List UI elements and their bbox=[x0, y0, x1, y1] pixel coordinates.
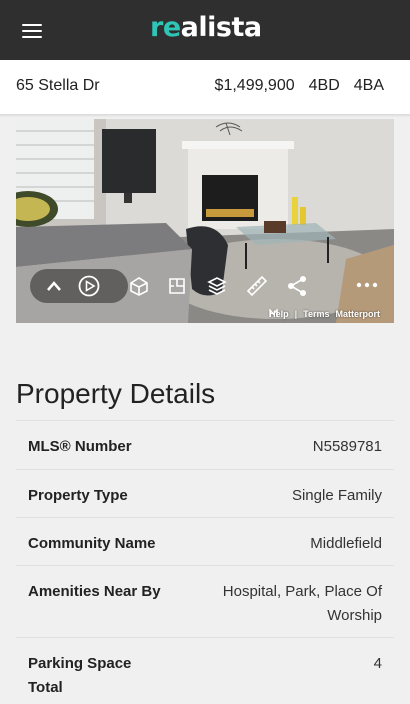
tour-navigation-pill bbox=[30, 269, 128, 303]
virtual-tour-viewer[interactable]: Help | Terms Matterport bbox=[16, 119, 394, 323]
row-value: Middlefield bbox=[310, 535, 382, 552]
listing-baths: 4BA bbox=[353, 77, 384, 94]
hamburger-menu-icon[interactable] bbox=[22, 24, 42, 38]
chevron-up-icon[interactable] bbox=[46, 279, 62, 293]
table-row: Property Type Single Family bbox=[16, 470, 394, 518]
table-row: MLS® Number N5589781 bbox=[16, 421, 394, 470]
listing-price: $1,499,900 bbox=[214, 77, 295, 94]
property-details-table: MLS® Number N5589781 Property Type Singl… bbox=[16, 420, 394, 704]
row-value: Hospital, Park, Place Of Worship bbox=[222, 583, 382, 624]
floorplan-icon[interactable] bbox=[166, 275, 188, 297]
top-navigation-bar: realista bbox=[0, 0, 410, 60]
matterport-icon bbox=[269, 309, 278, 317]
floors-icon[interactable] bbox=[206, 275, 228, 297]
row-value: 4 bbox=[373, 655, 382, 672]
table-row: Parking Space Total 4 bbox=[16, 638, 394, 704]
table-row: Amenities Near By Hospital, Park, Place … bbox=[16, 566, 394, 638]
row-label: Parking Space Total bbox=[28, 655, 132, 696]
play-icon[interactable] bbox=[78, 275, 100, 297]
realista-logo[interactable]: realista bbox=[150, 12, 262, 43]
listing-summary-bar: 65 Stella Dr $1,499,900 4BD 4BA bbox=[0, 60, 410, 115]
measure-icon[interactable] bbox=[246, 275, 268, 297]
share-icon[interactable] bbox=[286, 275, 308, 297]
table-row: Community Name Middlefield bbox=[16, 518, 394, 566]
dollhouse-icon[interactable] bbox=[128, 275, 150, 297]
matterport-logo[interactable]: Matterport bbox=[269, 309, 381, 319]
row-label: MLS® Number bbox=[28, 438, 132, 455]
row-label: Property Type bbox=[28, 487, 128, 504]
listing-address: 65 Stella Dr bbox=[16, 77, 100, 94]
terms-link[interactable]: Terms bbox=[303, 309, 329, 319]
more-icon[interactable] bbox=[356, 281, 378, 289]
listing-beds: 4BD bbox=[308, 77, 340, 94]
attribution-separator: | bbox=[294, 309, 298, 319]
row-value: Single Family bbox=[291, 487, 382, 504]
row-label: Community Name bbox=[28, 535, 156, 552]
matterport-label: Matterport bbox=[335, 309, 381, 319]
row-label: Amenities Near By bbox=[28, 583, 161, 600]
tour-attribution: Help | Terms Matterport bbox=[269, 309, 380, 319]
row-value: N5589781 bbox=[312, 438, 382, 455]
property-details-heading: Property Details bbox=[16, 378, 216, 409]
